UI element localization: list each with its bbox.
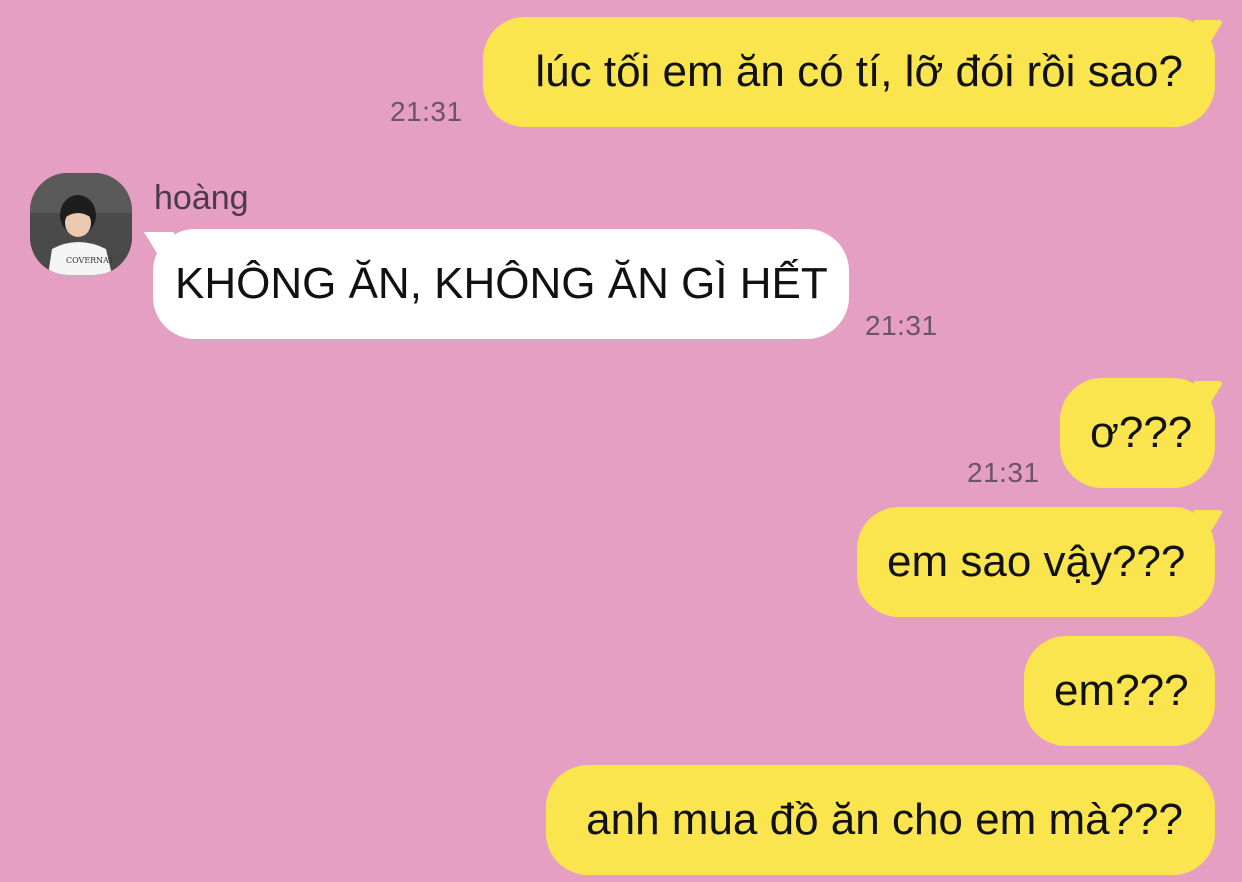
message-text: KHÔNG ĂN, KHÔNG ĂN GÌ HẾT <box>175 259 828 308</box>
message-timestamp: 21:31 <box>390 96 463 127</box>
svg-text:COVERNAT: COVERNAT <box>66 256 115 265</box>
user-avatar-photo-icon: COVERNAT <box>30 173 132 275</box>
sender-name: hoàng <box>154 179 249 217</box>
outgoing-message-bubble[interactable]: em??? <box>1024 636 1215 746</box>
message-text: ơ??? <box>1090 408 1193 457</box>
chat-thread: lúc tối em ăn có tí, lỡ đói rồi sao? 21:… <box>0 0 1242 882</box>
message-text: em??? <box>1054 666 1189 715</box>
message-timestamp: 21:31 <box>865 310 938 341</box>
message-text: anh mua đồ ăn cho em mà??? <box>586 795 1183 844</box>
outgoing-message-bubble[interactable]: ơ??? <box>1060 378 1215 488</box>
sender-avatar[interactable]: COVERNAT <box>30 173 132 275</box>
message-timestamp: 21:31 <box>967 457 1040 488</box>
message-text: lúc tối em ăn có tí, lỡ đói rồi sao? <box>535 47 1183 96</box>
incoming-message-bubble[interactable]: KHÔNG ĂN, KHÔNG ĂN GÌ HẾT <box>153 229 849 339</box>
outgoing-message-bubble[interactable]: lúc tối em ăn có tí, lỡ đói rồi sao? <box>483 17 1215 127</box>
outgoing-message-bubble[interactable]: anh mua đồ ăn cho em mà??? <box>546 765 1215 875</box>
outgoing-message-bubble[interactable]: em sao vậy??? <box>857 507 1215 617</box>
message-text: em sao vậy??? <box>887 537 1186 586</box>
